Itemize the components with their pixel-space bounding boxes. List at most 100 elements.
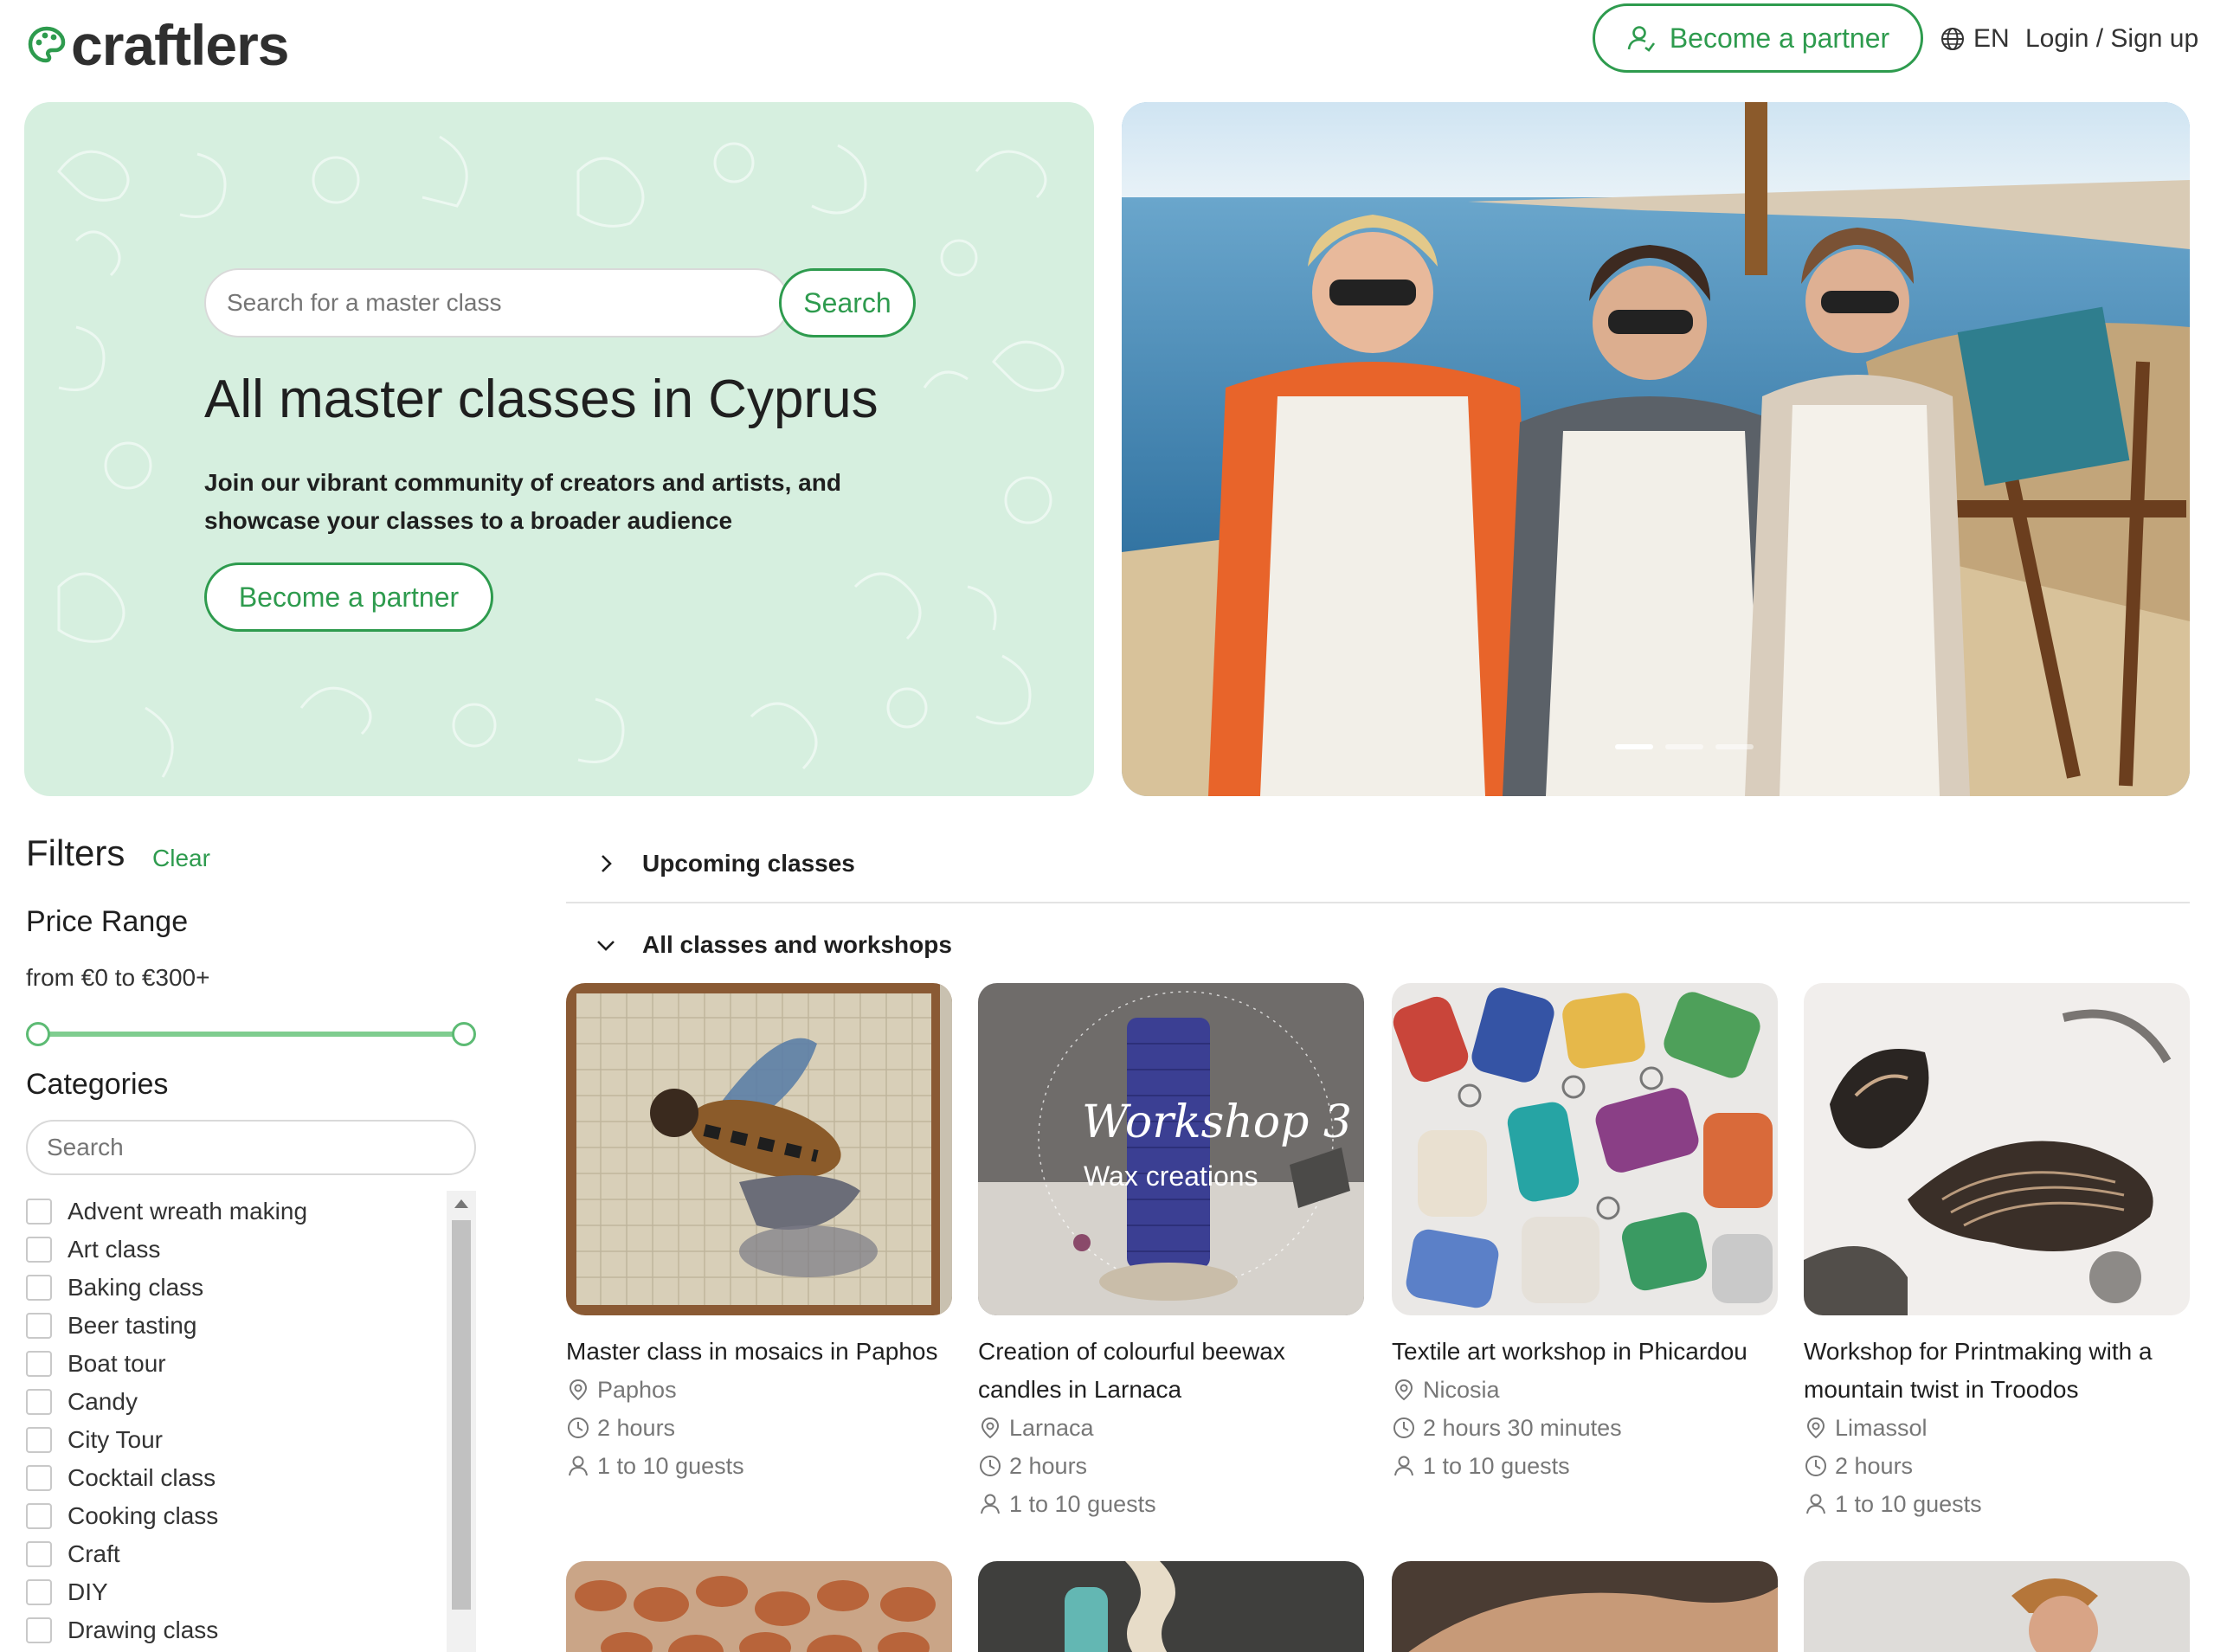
become-partner-hero-button[interactable]: Become a partner <box>204 562 493 632</box>
category-checkbox[interactable] <box>26 1313 52 1339</box>
hero-subtitle: Join our vibrant community of creators a… <box>204 469 841 534</box>
person-icon <box>1806 1494 1825 1514</box>
card-location: Limassol <box>1804 1409 2190 1447</box>
category-item[interactable]: Cocktail class <box>26 1459 450 1497</box>
category-checkbox[interactable] <box>26 1503 52 1529</box>
category-item[interactable]: Drawing class <box>26 1611 450 1649</box>
location-pin-icon <box>981 1417 1000 1439</box>
hero-photo-carousel[interactable] <box>1122 102 2190 796</box>
mosaic-bee-image <box>566 983 952 1315</box>
card-location-text: Nicosia <box>1423 1376 1500 1403</box>
class-card[interactable]: Textile art workshop in Phicardou Nicosi… <box>1392 983 1778 1485</box>
category-item[interactable]: Cooking class <box>26 1497 450 1535</box>
card-image[interactable]: Workshop 3 Wax creations <box>978 983 1364 1315</box>
textile-keychains-image <box>1392 983 1778 1315</box>
card-title[interactable]: Creation of colourful beewax candles in … <box>978 1333 1364 1409</box>
hero-photo <box>1122 102 2190 796</box>
class-card[interactable]: Workshop for Printmaking with a mountain… <box>1804 983 2190 1523</box>
category-checkbox[interactable] <box>26 1427 52 1453</box>
slider-min-handle[interactable] <box>26 1022 50 1046</box>
category-item[interactable]: Baking class <box>26 1269 450 1307</box>
card-image[interactable] <box>566 983 952 1315</box>
category-checkbox[interactable] <box>26 1351 52 1377</box>
person-icon <box>569 1456 588 1476</box>
category-checkbox[interactable] <box>26 1541 52 1567</box>
category-label: Boat tour <box>68 1350 166 1377</box>
category-list: Advent wreath making Art class Baking cl… <box>26 1192 450 1649</box>
carousel-dot[interactable] <box>1665 744 1703 749</box>
categories-title: Categories <box>26 1068 169 1101</box>
class-card-image-partial[interactable] <box>1392 1561 1778 1652</box>
search-button[interactable]: Search <box>779 268 916 337</box>
card-duration-text: 2 hours <box>597 1414 676 1441</box>
logo[interactable]: craftlers <box>26 14 289 76</box>
category-checkbox[interactable] <box>26 1275 52 1301</box>
category-item[interactable]: Advent wreath making <box>26 1192 450 1231</box>
filters-title: Filters <box>26 832 126 873</box>
logo-text: craftlers <box>71 13 289 77</box>
category-checkbox[interactable] <box>26 1465 52 1491</box>
category-item[interactable]: Boat tour <box>26 1345 450 1383</box>
category-checkbox[interactable] <box>26 1579 52 1605</box>
category-label: Cocktail class <box>68 1464 216 1491</box>
user-icon <box>1627 26 1655 52</box>
carousel-dot[interactable] <box>1715 744 1754 749</box>
card-title[interactable]: Textile art workshop in Phicardou <box>1392 1333 1778 1371</box>
palette-icon <box>28 26 66 63</box>
category-search-input[interactable] <box>26 1120 476 1175</box>
card-guests: 1 to 10 guests <box>1804 1485 2190 1523</box>
candle-shapes-image <box>978 1561 1364 1652</box>
card-image[interactable] <box>1804 983 2190 1315</box>
category-checkbox[interactable] <box>26 1617 52 1643</box>
all-classes-toggle[interactable]: All classes and workshops <box>594 931 952 959</box>
slider-max-handle[interactable] <box>452 1022 476 1046</box>
class-card[interactable]: Master class in mosaics in Paphos Paphos… <box>566 983 952 1485</box>
clock-icon <box>568 1417 589 1438</box>
class-card-image-partial[interactable] <box>1804 1561 2190 1652</box>
card-title[interactable]: Workshop for Printmaking with a mountain… <box>1804 1333 2190 1409</box>
become-partner-label: Become a partner <box>1669 22 1890 54</box>
section-divider <box>566 902 2190 903</box>
card-location-text: Limassol <box>1835 1414 1928 1441</box>
category-label: Drawing class <box>68 1617 219 1643</box>
class-card-image-partial[interactable] <box>566 1561 952 1652</box>
card-guests: 1 to 10 guests <box>1392 1447 1778 1485</box>
master-class-search-input[interactable] <box>204 268 789 337</box>
upcoming-classes-toggle[interactable]: Upcoming classes <box>594 850 855 877</box>
class-card[interactable]: Workshop 3 Wax creations Creation of col… <box>978 983 1364 1523</box>
card-guests-text: 1 to 10 guests <box>1835 1490 1982 1517</box>
card-duration: 2 hours <box>1804 1447 2190 1485</box>
category-label: Art class <box>68 1236 161 1263</box>
chevron-right-icon <box>602 855 612 872</box>
login-signup-link[interactable]: Login / Sign up <box>2025 24 2198 54</box>
category-item[interactable]: Art class <box>26 1231 450 1269</box>
category-checkbox[interactable] <box>26 1237 52 1263</box>
category-checkbox[interactable] <box>26 1389 52 1415</box>
slider-track <box>36 1032 466 1037</box>
card-duration-text: 2 hours <box>1835 1452 1914 1479</box>
clear-filters-link[interactable]: Clear <box>152 845 210 872</box>
category-scrollbar[interactable] <box>447 1191 476 1652</box>
printmaking-image <box>1804 983 2190 1315</box>
carousel-dot[interactable] <box>1615 744 1653 749</box>
language-selector[interactable]: EN <box>1939 24 2010 54</box>
category-item[interactable]: City Tour <box>26 1421 450 1459</box>
card-guests-text: 1 to 10 guests <box>1009 1490 1156 1517</box>
card-image[interactable] <box>1392 983 1778 1315</box>
category-item[interactable]: Craft <box>26 1535 450 1573</box>
card-title[interactable]: Master class in mosaics in Paphos <box>566 1333 952 1371</box>
card-location: Larnaca <box>978 1409 1364 1447</box>
clock-icon <box>1805 1456 1826 1476</box>
scroll-up-arrow-icon[interactable] <box>454 1199 468 1208</box>
category-item[interactable]: Candy <box>26 1383 450 1421</box>
card-guests: 1 to 10 guests <box>566 1447 952 1485</box>
become-partner-header-button[interactable]: Become a partner <box>1593 3 1923 73</box>
globe-icon <box>1941 28 1964 50</box>
category-item[interactable]: DIY <box>26 1573 450 1611</box>
category-item[interactable]: Beer tasting <box>26 1307 450 1345</box>
all-classes-label: All classes and workshops <box>642 931 952 958</box>
class-card-image-partial[interactable] <box>978 1561 1364 1652</box>
scrollbar-thumb[interactable] <box>452 1220 471 1610</box>
category-checkbox[interactable] <box>26 1199 52 1225</box>
price-range-slider[interactable] <box>26 1019 476 1049</box>
